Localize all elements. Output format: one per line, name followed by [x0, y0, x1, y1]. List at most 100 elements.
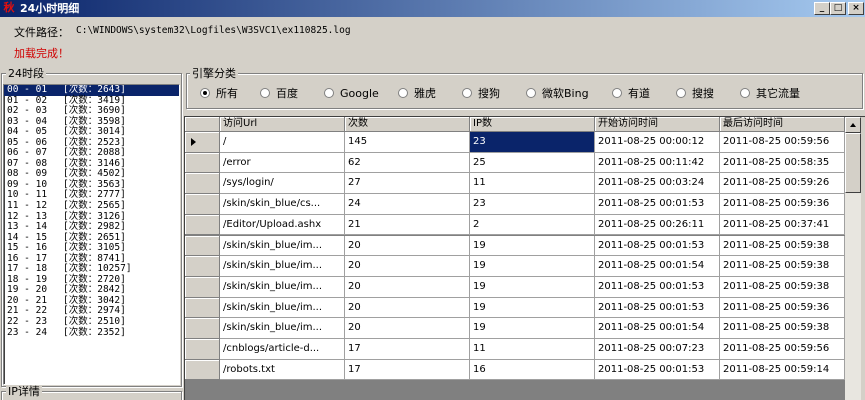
close-button[interactable]: ×: [848, 2, 864, 15]
table-cell[interactable]: 21: [345, 214, 470, 236]
radio-label: 雅虎: [414, 87, 436, 100]
table-cell[interactable]: 24: [345, 194, 470, 215]
table-cell[interactable]: 19: [470, 318, 595, 339]
table-cell[interactable]: 19: [470, 276, 595, 298]
row-header[interactable]: [185, 256, 220, 277]
table-cell[interactable]: /robots.txt: [220, 359, 345, 381]
engine-radio-option[interactable]: 所有: [200, 86, 238, 101]
table-cell[interactable]: 20: [345, 297, 470, 319]
column-header[interactable]: 开始访问时间: [595, 117, 720, 132]
table-cell[interactable]: /skin/skin_blue/im...: [220, 256, 345, 277]
engine-radio-option[interactable]: Google: [324, 86, 379, 101]
table-cell[interactable]: 2011-08-25 00:01:54: [595, 318, 720, 339]
table-cell[interactable]: 2011-08-25 00:59:26: [720, 173, 845, 195]
column-header[interactable]: 次数: [345, 117, 470, 132]
table-cell[interactable]: 16: [470, 359, 595, 381]
table-cell[interactable]: 25: [470, 152, 595, 174]
table-cell[interactable]: 2011-08-25 00:01:53: [595, 276, 720, 298]
table-cell[interactable]: 19: [470, 235, 595, 257]
table-cell[interactable]: 19: [470, 297, 595, 319]
engine-radio-option[interactable]: 百度: [260, 86, 298, 101]
table-cell[interactable]: /: [220, 132, 345, 153]
column-header[interactable]: 最后访问时间: [720, 117, 845, 132]
row-header[interactable]: [185, 297, 220, 319]
grid-vertical-scrollbar[interactable]: [845, 117, 861, 400]
row-header[interactable]: [185, 235, 220, 257]
table-cell[interactable]: 20: [345, 276, 470, 298]
row-header[interactable]: [185, 132, 220, 153]
table-cell[interactable]: 2011-08-25 00:00:12: [595, 132, 720, 153]
engine-radio-option[interactable]: 搜搜: [676, 86, 714, 101]
table-cell[interactable]: 20: [345, 256, 470, 277]
table-cell[interactable]: 2011-08-25 00:59:38: [720, 318, 845, 339]
table-cell[interactable]: 23: [470, 132, 595, 153]
minimize-button[interactable]: _: [814, 2, 830, 15]
row-header[interactable]: [185, 173, 220, 195]
url-data-grid[interactable]: 访问Url 次数 IP数 开始访问时间 最后访问时间/145 23 2011-08-25 0…: [184, 116, 865, 400]
hour-list-item[interactable]: 23 - 24 [次数：2352]: [4, 327, 179, 339]
table-cell[interactable]: 2011-08-25 00:01:53: [595, 359, 720, 381]
table-cell[interactable]: 145: [345, 132, 470, 153]
table-cell[interactable]: /skin/skin_blue/im...: [220, 235, 345, 257]
table-cell[interactable]: 2011-08-25 00:07:23: [595, 339, 720, 360]
engine-radio-option[interactable]: 微软Bing: [526, 86, 589, 101]
row-header[interactable]: [185, 194, 220, 215]
table-cell[interactable]: /skin/skin_blue/im...: [220, 276, 345, 298]
hour-range: 11 - 12: [7, 200, 48, 212]
table-cell[interactable]: 2011-08-25 00:59:36: [720, 297, 845, 319]
engine-radio-option[interactable]: 搜狗: [462, 86, 500, 101]
table-cell[interactable]: 19: [470, 256, 595, 277]
table-cell[interactable]: 2011-08-25 00:59:36: [720, 194, 845, 215]
table-cell[interactable]: 62: [345, 152, 470, 174]
table-cell[interactable]: 2011-08-25 00:01:54: [595, 256, 720, 277]
scroll-thumb[interactable]: [845, 133, 861, 193]
table-cell[interactable]: 23: [470, 194, 595, 215]
table-cell[interactable]: 2011-08-25 00:01:53: [595, 297, 720, 319]
row-header[interactable]: [185, 339, 220, 360]
row-header[interactable]: [185, 276, 220, 298]
table-cell[interactable]: 2011-08-25 00:59:14: [720, 359, 845, 381]
table-cell[interactable]: /error: [220, 152, 345, 174]
row-header[interactable]: [185, 214, 220, 236]
row-header[interactable]: [185, 152, 220, 174]
table-cell[interactable]: 2011-08-25 00:03:24: [595, 173, 720, 195]
table-cell[interactable]: 2011-08-25 00:11:42: [595, 152, 720, 174]
column-header[interactable]: IP数: [470, 117, 595, 132]
maximize-button[interactable]: □: [830, 2, 846, 15]
table-cell[interactable]: 2011-08-25 00:01:53: [595, 194, 720, 215]
radio-circle-icon: [324, 88, 334, 98]
table-cell[interactable]: 2: [470, 214, 595, 236]
table-cell[interactable]: /sys/login/: [220, 173, 345, 195]
column-header[interactable]: 访问Url: [220, 117, 345, 132]
table-cell[interactable]: /skin/skin_blue/cs...: [220, 194, 345, 215]
table-cell[interactable]: 20: [345, 235, 470, 257]
table-cell[interactable]: /Editor/Upload.ashx: [220, 214, 345, 236]
table-cell[interactable]: 2011-08-25 00:59:56: [720, 339, 845, 360]
table-cell[interactable]: 20: [345, 318, 470, 339]
table-cell[interactable]: /skin/skin_blue/im...: [220, 297, 345, 319]
table-cell[interactable]: 17: [345, 359, 470, 381]
table-cell[interactable]: 2011-08-25 00:59:38: [720, 276, 845, 298]
table-cell[interactable]: 17: [345, 339, 470, 360]
radio-label: 百度: [276, 87, 298, 100]
table-cell[interactable]: 2011-08-25 00:58:35: [720, 152, 845, 174]
table-cell[interactable]: 27: [345, 173, 470, 195]
table-cell[interactable]: 11: [470, 339, 595, 360]
table-cell[interactable]: 2011-08-25 00:26:11: [595, 214, 720, 236]
scroll-up-button[interactable]: [845, 117, 861, 133]
hours-group-title: 24时段: [6, 67, 46, 80]
table-cell[interactable]: 2011-08-25 00:37:41: [720, 214, 845, 236]
table-cell[interactable]: /skin/skin_blue/im...: [220, 318, 345, 339]
row-header[interactable]: [185, 318, 220, 339]
hours-listbox[interactable]: 00 - 01 [次数：2643] 01 - 02 [次数：3419] 02 - 03[…: [3, 84, 180, 385]
table-cell[interactable]: 11: [470, 173, 595, 195]
table-cell[interactable]: 2011-08-25 00:59:38: [720, 235, 845, 257]
table-cell[interactable]: 2011-08-25 00:01:53: [595, 235, 720, 257]
table-cell[interactable]: /cnblogs/article-d...: [220, 339, 345, 360]
engine-radio-option[interactable]: 有道: [612, 86, 650, 101]
table-cell[interactable]: 2011-08-25 00:59:56: [720, 132, 845, 153]
row-header[interactable]: [185, 359, 220, 381]
engine-radio-option[interactable]: 其它流量: [740, 86, 800, 101]
table-cell[interactable]: 2011-08-25 00:59:38: [720, 256, 845, 277]
engine-radio-option[interactable]: 雅虎: [398, 86, 436, 101]
